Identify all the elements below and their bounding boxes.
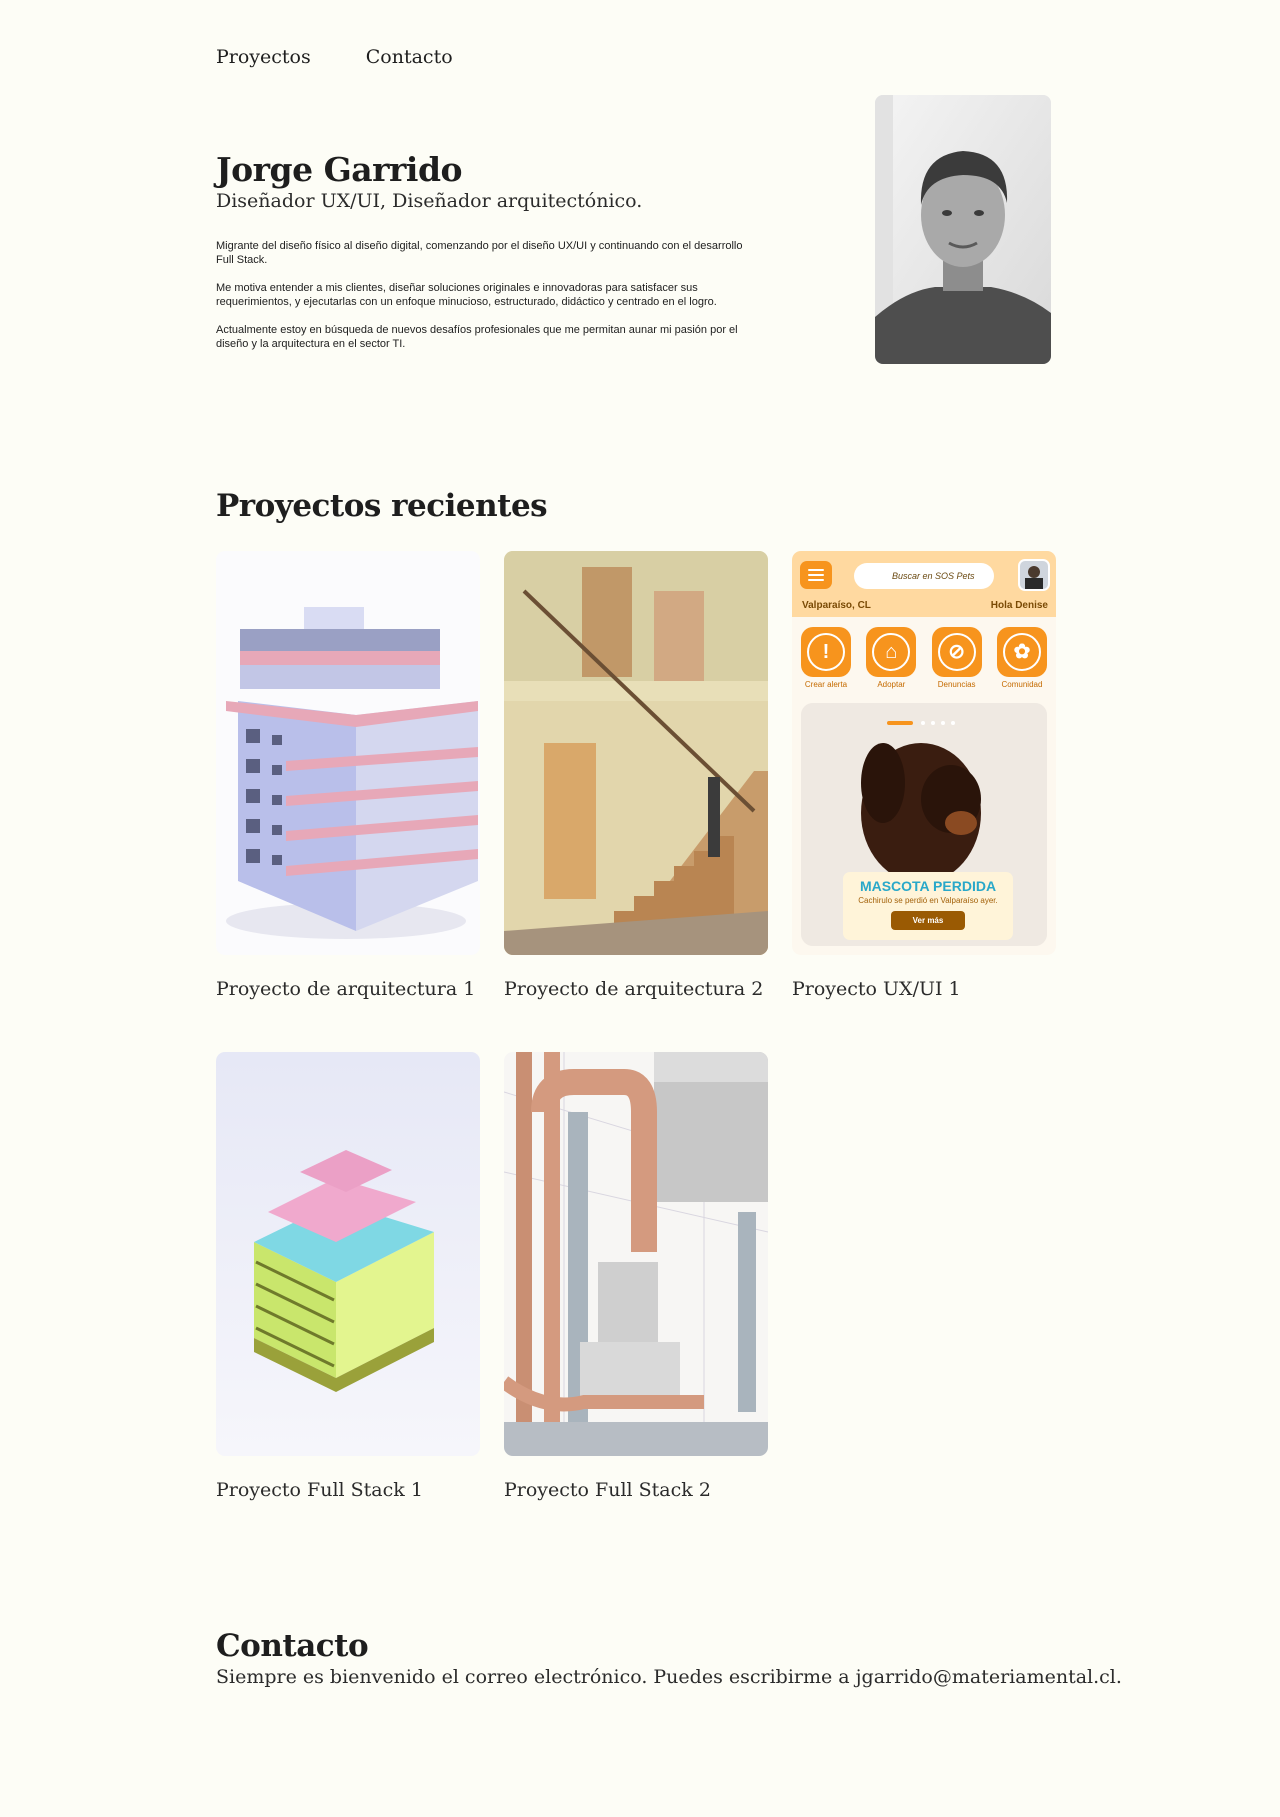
bio-paragraph: Migrante del diseño físico al diseño dig… (216, 240, 743, 266)
action-create-alert: ! Crear alerta (801, 627, 851, 689)
project-thumbnail[interactable] (216, 551, 480, 955)
projects-title: Proyectos recientes (216, 488, 548, 524)
no-pet-icon: ⊘ (937, 633, 976, 671)
project-thumbnail[interactable] (216, 1052, 480, 1456)
action-label: Adoptar (877, 680, 906, 689)
action-label: Crear alerta (804, 680, 848, 689)
bio-paragraph: Actualmente estoy en búsqueda de nuevos … (216, 324, 738, 350)
nav-link-contact[interactable]: Contacto (366, 46, 453, 68)
house-icon: ⌂ (872, 633, 911, 671)
project-thumbnail[interactable]: Buscar en SOS Pets Valparaíso, CL Hola D… (792, 551, 1056, 955)
app-mockup: Buscar en SOS Pets Valparaíso, CL Hola D… (792, 551, 1056, 955)
hero-name: Jorge Garrido (216, 150, 463, 189)
alert-icon: ! (807, 633, 845, 671)
project-thumbnail[interactable] (504, 1052, 768, 1456)
app-location: Valparaíso, CL (802, 600, 871, 611)
app-search-field: Buscar en SOS Pets (854, 563, 994, 589)
action-community: ✿ Comunidad (996, 627, 1047, 689)
action-reports: ⊘ Denuncias (931, 627, 982, 689)
action-label: Denuncias (937, 680, 976, 689)
bio-paragraph: Me motiva entender a mis clientes, diseñ… (216, 282, 717, 308)
project-caption[interactable]: Proyecto Full Stack 2 (504, 1479, 768, 1501)
project-caption[interactable]: Proyecto UX/UI 1 (792, 978, 1056, 1000)
avatar (1018, 559, 1050, 591)
app-header: Buscar en SOS Pets Valparaíso, CL Hola D… (792, 551, 1056, 617)
action-adopt: ⌂ Adoptar (866, 627, 917, 689)
hero-role: Diseñador UX/UI, Diseñador arquitectónic… (216, 190, 643, 212)
contact-title: Contacto (216, 1628, 369, 1664)
action-label: Comunidad (1001, 680, 1043, 689)
lost-pet-text: Cachirulo se perdió en Valparaíso ayer. (858, 896, 998, 905)
hero-bio: Migrante del diseño físico al diseño dig… (216, 239, 746, 365)
lost-pet-banner: MASCOTA PERDIDA Cachirulo se perdió en V… (801, 703, 1047, 946)
menu-icon (800, 561, 832, 589)
app-greeting: Hola Denise (990, 600, 1048, 611)
see-more-button: Ver más (890, 911, 966, 930)
profile-photo (875, 95, 1051, 364)
nav-link-projects[interactable]: Proyectos (216, 46, 311, 68)
project-caption[interactable]: Proyecto Full Stack 1 (216, 1479, 480, 1501)
lost-pet-card: MASCOTA PERDIDA Cachirulo se perdió en V… (843, 872, 1013, 940)
app-actions: ! Crear alerta ⌂ Adoptar ⊘ Denuncias ✿ C… (801, 627, 1047, 689)
project-card[interactable]: Buscar en SOS Pets Valparaíso, CL Hola D… (792, 551, 1056, 1000)
project-card[interactable]: Proyecto Full Stack 2 (504, 1052, 768, 1501)
top-nav: Proyectos Contacto (216, 46, 453, 68)
lost-pet-title: MASCOTA PERDIDA (859, 878, 997, 894)
project-card[interactable]: Proyecto de arquitectura 2 (504, 551, 768, 1000)
project-card[interactable]: Proyecto de arquitectura 1 (216, 551, 480, 1000)
project-thumbnail[interactable] (504, 551, 768, 955)
contact-text: Siempre es bienvenido el correo electrón… (216, 1666, 1122, 1688)
project-caption[interactable]: Proyecto de arquitectura 2 (504, 978, 768, 1000)
project-caption[interactable]: Proyecto de arquitectura 1 (216, 978, 480, 1000)
project-card[interactable]: Proyecto Full Stack 1 (216, 1052, 480, 1501)
paw-icon: ✿ (1002, 633, 1041, 671)
